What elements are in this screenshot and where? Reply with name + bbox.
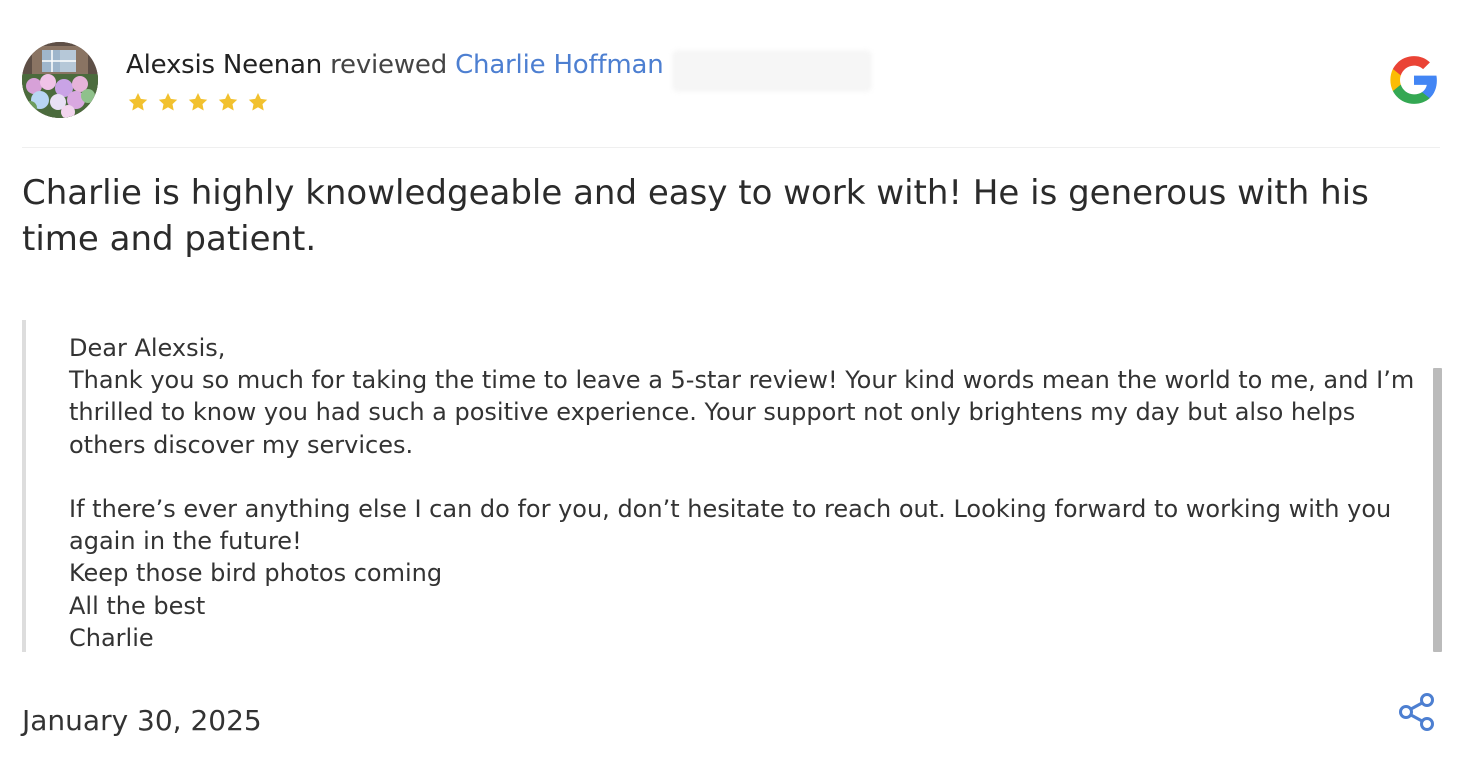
review-text: Charlie is highly knowledgeable and easy… — [22, 173, 1380, 259]
star-icon — [158, 93, 178, 111]
reply-text: Dear Alexsis, Thank you so much for taki… — [69, 334, 1415, 652]
avatar-image — [22, 42, 98, 118]
review-date: January 30, 2025 — [22, 704, 262, 737]
star-icon — [128, 93, 148, 111]
owner-reply: Dear Alexsis, Thank you so much for taki… — [22, 320, 1444, 652]
reviewed-word: reviewed — [330, 50, 448, 80]
reviewed-name-link[interactable]: Charlie Hoffman — [455, 50, 664, 80]
star-icon — [248, 93, 268, 111]
reviewer-line: Alexsis Neenan reviewed Charlie Hoffman — [126, 48, 664, 82]
reply-scrollbar[interactable] — [1433, 368, 1442, 652]
star-rating — [126, 90, 270, 114]
review-header: Alexsis Neenan reviewed Charlie Hoffman — [22, 42, 1440, 122]
header-divider — [22, 147, 1440, 148]
google-icon — [1390, 56, 1437, 104]
avatar[interactable] — [22, 42, 98, 118]
reviewer-name[interactable]: Alexsis Neenan — [126, 50, 322, 80]
star-icon — [218, 93, 238, 111]
share-icon[interactable] — [1398, 692, 1436, 732]
star-icon — [188, 93, 208, 111]
blurred-region — [672, 50, 872, 92]
